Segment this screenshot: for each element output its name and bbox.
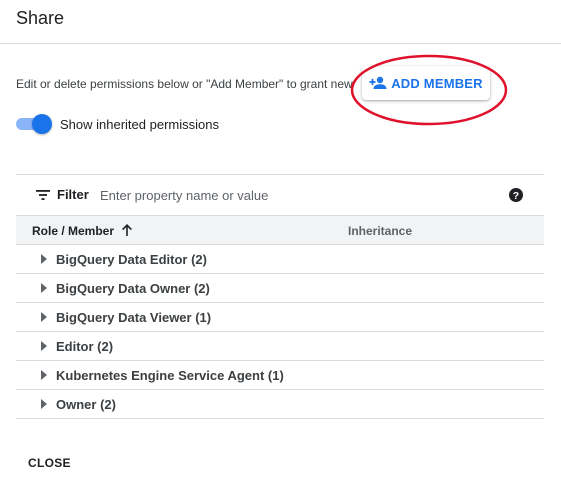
role-label: Editor (2) (56, 339, 114, 354)
role-label: BigQuery Data Viewer (1) (56, 310, 212, 325)
filter-icon (36, 190, 50, 200)
show-inherited-toggle[interactable] (16, 114, 52, 134)
show-inherited-label: Show inherited permissions (60, 117, 219, 132)
toggle-knob (32, 114, 52, 134)
role-row-bigquery-data-viewer[interactable]: BigQuery Data Viewer (1) (16, 303, 544, 332)
sort-ascending-icon[interactable] (120, 223, 134, 237)
column-header-role-member[interactable]: Role / Member (32, 224, 114, 238)
role-row-bigquery-data-editor[interactable]: BigQuery Data Editor (2) (16, 245, 544, 274)
role-row-bigquery-data-owner[interactable]: BigQuery Data Owner (2) (16, 274, 544, 303)
role-row-editor[interactable]: Editor (2) (16, 332, 544, 361)
expand-caret-icon (41, 254, 47, 264)
role-row-kubernetes-engine-service-agent[interactable]: Kubernetes Engine Service Agent (1) (16, 361, 544, 390)
role-label: BigQuery Data Editor (2) (56, 252, 207, 267)
close-button[interactable]: CLOSE (20, 448, 79, 478)
expand-caret-icon (41, 283, 47, 293)
help-icon[interactable]: ? (508, 187, 524, 203)
add-member-button[interactable]: ADD MEMBER (362, 66, 490, 100)
filter-input[interactable] (100, 183, 480, 207)
role-label: Kubernetes Engine Service Agent (1) (56, 368, 284, 383)
expand-caret-icon (41, 399, 47, 409)
role-row-owner[interactable]: Owner (2) (16, 390, 544, 419)
expand-caret-icon (41, 341, 47, 351)
role-label: Owner (2) (56, 397, 116, 412)
add-member-label: ADD MEMBER (391, 75, 483, 91)
role-label: BigQuery Data Owner (2) (56, 281, 210, 296)
permissions-description: Edit or delete permissions below or "Add… (16, 77, 353, 91)
dialog-header: Share (0, 0, 561, 44)
filter-bar: Filter ? (16, 174, 544, 216)
expand-caret-icon (41, 312, 47, 322)
svg-text:?: ? (513, 190, 519, 202)
dialog-title: Share (16, 8, 65, 28)
column-header-inheritance: Inheritance (348, 224, 413, 238)
filter-label: Filter (57, 187, 89, 202)
table-header: Role / Member Inheritance (16, 216, 544, 245)
role-list: BigQuery Data Editor (2) BigQuery Data O… (16, 245, 544, 419)
person-add-icon (369, 76, 387, 90)
expand-caret-icon (41, 370, 47, 380)
